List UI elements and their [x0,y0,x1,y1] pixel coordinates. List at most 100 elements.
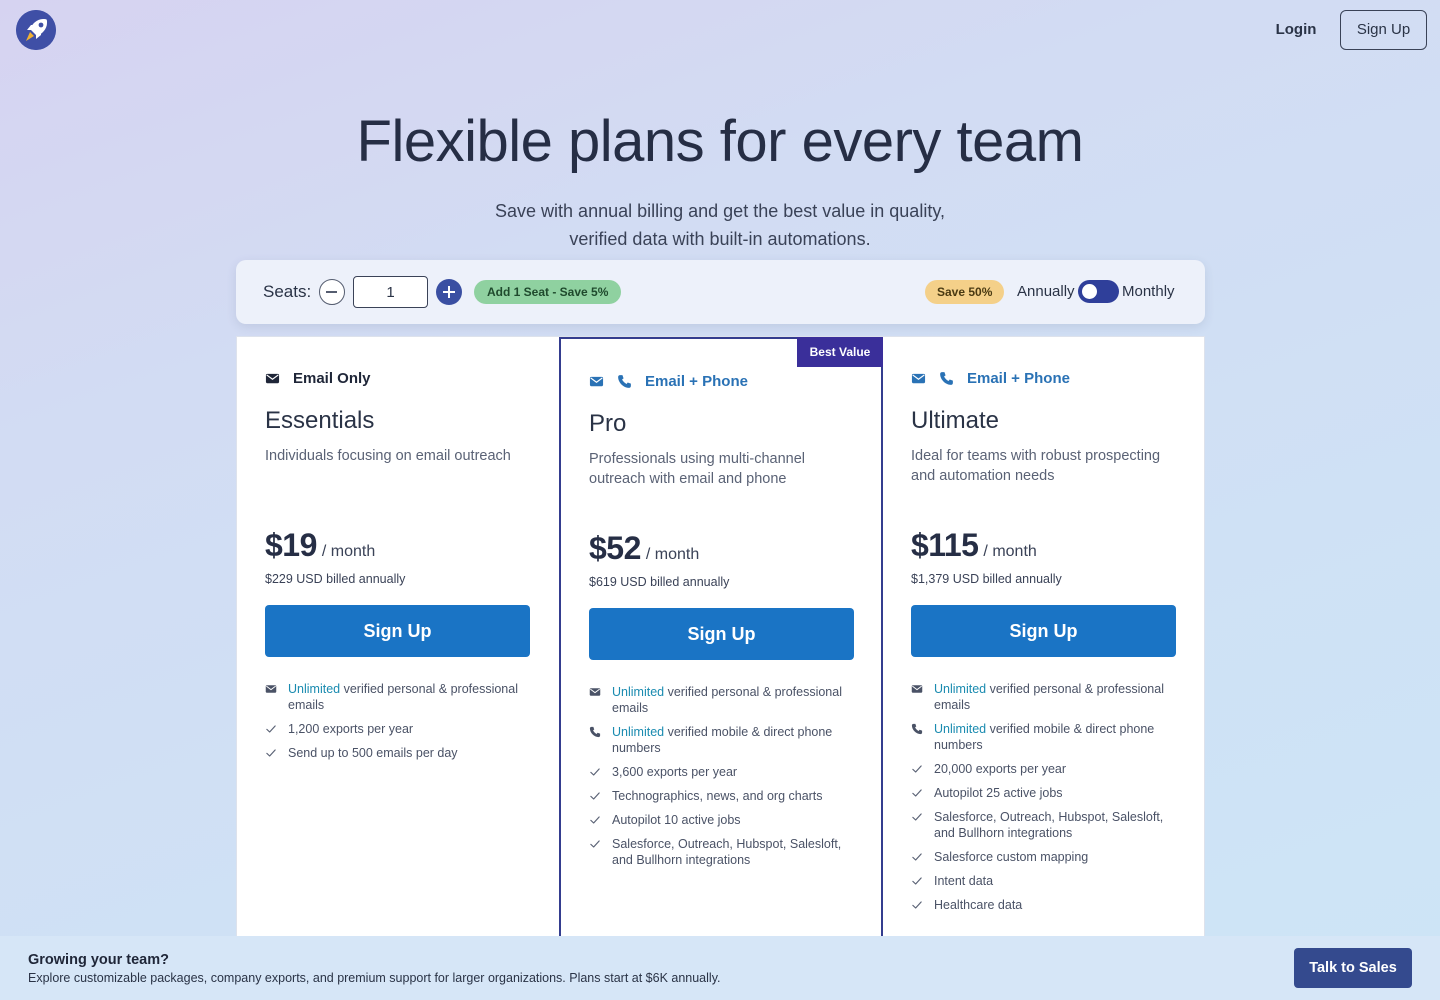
check-icon [911,763,923,775]
seat-decrement-button[interactable] [319,279,345,305]
billing-monthly-label[interactable]: Monthly [1122,283,1175,300]
feature-text: Unlimited verified personal & profession… [288,681,540,713]
envelope-icon [265,683,277,695]
seat-increment-button[interactable] [436,279,462,305]
price-amount: $52 [589,530,641,566]
save-badge: Save 50% [925,280,1005,304]
feature-item: Salesforce custom mapping [911,849,1186,865]
pricing-cards: Email Only Essentials Individuals focusing… [236,336,1206,957]
feature-item: Healthcare data [911,897,1186,913]
feature-highlight: Unlimited [612,685,665,699]
billing-annually-label[interactable]: Annually [1017,283,1075,300]
plan-price: $19/ month [265,527,375,564]
talk-to-sales-button[interactable]: Talk to Sales [1294,948,1412,988]
subtitle-line: verified data with built-in automations. [569,229,871,249]
feature-item: Unlimited verified personal & profession… [911,681,1186,713]
check-icon [911,899,923,911]
price-amount: $115 [911,527,979,563]
feature-text: Unlimited verified personal & profession… [934,681,1186,713]
check-icon [589,838,601,850]
plan-signup-button[interactable]: Sign Up [265,605,530,657]
plan-channel: Email + Phone [589,373,748,390]
feature-item: Unlimited verified mobile & direct phone… [911,721,1186,753]
billed-annually-text: $229 USD billed annually [265,572,406,586]
plan-channel: Email Only [265,370,371,387]
feature-item: Unlimited verified mobile & direct phone… [589,724,864,756]
seats-label: Seats: [263,282,312,301]
envelope-icon [589,686,601,698]
plan-description: Ideal for teams with robust prospecting … [911,448,1161,484]
plan-card-ultimate: Email + Phone Ultimate Ideal for teams wit… [883,337,1206,957]
feature-list: Unlimited verified personal & profession… [911,681,1186,921]
login-link[interactable]: Login [1263,14,1329,46]
check-icon [589,814,601,826]
envelope-icon [589,374,604,389]
feature-item: Technographics, news, and org charts [589,788,864,804]
feature-description: Autopilot 25 active jobs [934,786,1063,800]
seat-selector-bar: Seats: Add 1 Seat - Save 5% Save 50% Ann… [236,260,1205,324]
check-icon [589,790,601,802]
price-amount: $19 [265,527,317,563]
feature-text: Intent data [934,873,993,889]
phone-icon [617,374,632,389]
plan-price: $52/ month [589,530,699,567]
feature-item: Salesforce, Outreach, Hubspot, Salesloft… [589,836,864,868]
check-icon [265,723,277,735]
feature-text: Autopilot 25 active jobs [934,785,1063,801]
feature-text: Autopilot 10 active jobs [612,812,741,828]
feature-list: Unlimited verified personal & profession… [589,684,864,876]
feature-description: Intent data [934,874,994,888]
feature-text: 3,600 exports per year [612,764,737,780]
feature-description: Salesforce, Outreach, Hubspot, Salesloft… [612,837,842,867]
phone-icon [939,371,954,386]
feature-item: Autopilot 10 active jobs [589,812,864,828]
feature-text: Send up to 500 emails per day [288,745,458,761]
check-icon [265,747,277,759]
banner-text: Explore customizable packages, company e… [28,971,721,985]
feature-text: Salesforce, Outreach, Hubspot, Salesloft… [612,836,864,868]
plan-description: Professionals using multi-channel outrea… [589,451,805,487]
plan-card-pro: Best Value Email + Phone Pro Professionals … [559,337,883,957]
check-icon [911,875,923,887]
price-period: / month [983,543,1037,560]
feature-text: Unlimited verified personal & profession… [612,684,864,716]
billed-annually-text: $619 USD billed annually [589,575,730,589]
feature-highlight: Unlimited [612,725,665,739]
feature-text: Unlimited verified mobile & direct phone… [934,721,1186,753]
best-value-badge: Best Value [797,337,883,367]
plan-name: Ultimate [911,407,1000,434]
feature-text: Salesforce custom mapping [934,849,1088,865]
feature-description: Technographics, news, and org charts [612,789,823,803]
feature-description: Send up to 500 emails per day [288,746,458,760]
feature-item: 3,600 exports per year [589,764,864,780]
feature-text: Unlimited verified mobile & direct phone… [612,724,864,756]
feature-item: Salesforce, Outreach, Hubspot, Salesloft… [911,809,1186,841]
check-icon [589,766,601,778]
signup-button-header[interactable]: Sign Up [1340,10,1427,50]
feature-highlight: Unlimited [934,682,987,696]
page-subtitle: Save with annual billing and get the bes… [420,197,1020,253]
feature-text: Salesforce, Outreach, Hubspot, Salesloft… [934,809,1186,841]
plan-signup-button[interactable]: Sign Up [589,608,854,660]
seat-count-input[interactable] [353,276,428,308]
phone-icon [589,726,601,738]
plan-channel: Email + Phone [911,370,1070,387]
feature-item: Unlimited verified personal & profession… [265,681,540,713]
check-icon [911,811,923,823]
page-title: Flexible plans for every team [356,109,1084,174]
feature-highlight: Unlimited [934,722,987,736]
phone-icon [911,723,923,735]
billed-annually-text: $1,379 USD billed annually [911,572,1062,586]
feature-description: Healthcare data [934,898,1023,912]
plan-signup-button[interactable]: Sign Up [911,605,1176,657]
banner-title: Growing your team? [28,952,169,968]
plan-name: Pro [589,410,627,437]
billing-toggle[interactable] [1078,280,1119,303]
plan-name: Essentials [265,407,375,434]
plan-description: Individuals focusing on email outreach [265,448,511,464]
subtitle-line: Save with annual billing and get the bes… [495,201,945,221]
feature-highlight: Unlimited [288,682,341,696]
plan-channel-label: Email + Phone [967,370,1070,387]
rocket-icon[interactable] [16,10,56,50]
plan-card-essentials: Email Only Essentials Individuals focusing… [237,337,559,957]
